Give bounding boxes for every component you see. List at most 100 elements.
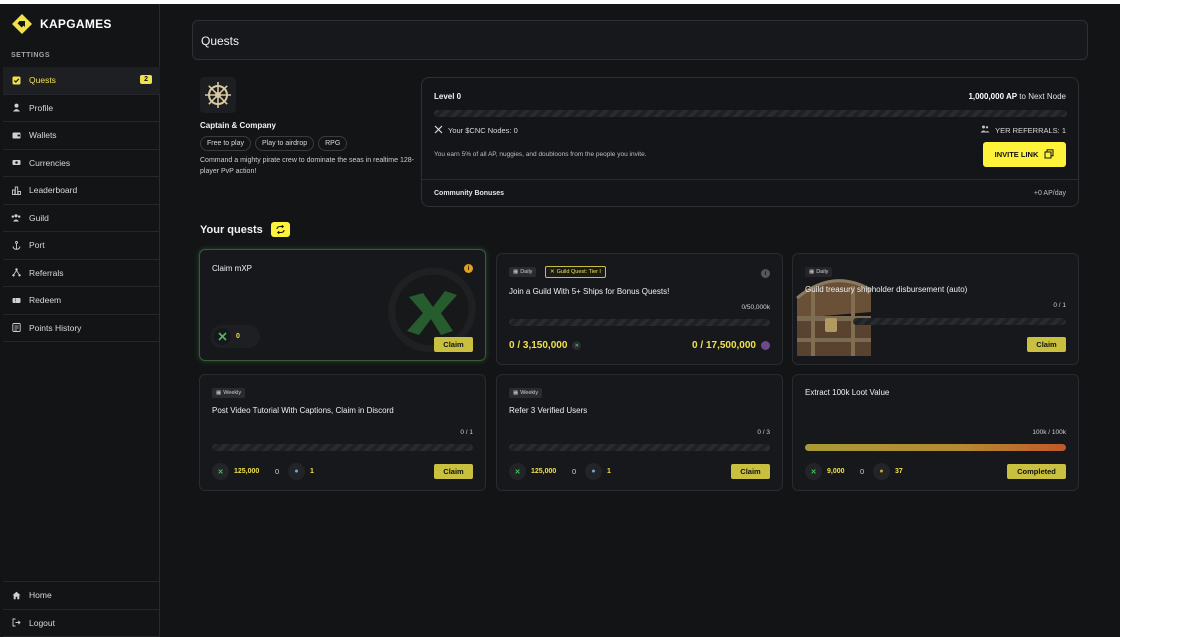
cnc-amount: 0 / 3,150,000 ✕ (509, 340, 582, 351)
level-divider (422, 179, 1078, 180)
guild-tier-label: Guild Quest: Tier I (556, 269, 601, 275)
weekly-tag: ▦ Weekly (212, 388, 246, 398)
mxp-reward: 0 (214, 328, 240, 345)
completed-button[interactable]: Completed (1007, 464, 1066, 479)
quest-progress-bar (509, 319, 770, 326)
currency-icon (11, 158, 21, 168)
sidebar-item-label: Wallets (29, 130, 57, 141)
sidebar-bottom-nav: Home Logout (3, 581, 160, 637)
weekly-tag: ▦ Weekly (509, 388, 543, 398)
sidebar-item-redeem[interactable]: Redeem (3, 287, 160, 315)
game-tag[interactable]: RPG (318, 136, 348, 151)
quests-section-header: Your quests (200, 222, 290, 237)
sidebar-item-home[interactable]: Home (3, 582, 160, 610)
daily-tag-label: Daily (520, 269, 533, 275)
quest-card-guild-treasury: ▦ Daily Guild treasury shipholder disburs… (792, 253, 1079, 365)
droplet-reward-amount: 1 (607, 468, 611, 475)
info-icon[interactable]: i (761, 269, 770, 278)
sidebar-item-label: Redeem (29, 295, 62, 306)
sidebar-section-label: SETTINGS (11, 52, 51, 59)
earn-description: You earn 5% of all AP, nuggies, and doub… (434, 151, 647, 158)
claim-button[interactable]: Claim (731, 464, 770, 479)
quest-card-join-guild: ▦ Daily ✕ Guild Quest: Tier I i Join a Gui… (496, 253, 783, 365)
calendar-icon: ▦ (513, 390, 519, 396)
sidebar-item-currencies[interactable]: Currencies (3, 150, 160, 177)
invite-link-label: INVITE LINK (994, 150, 1039, 159)
quest-title: Claim mXP (212, 264, 253, 273)
game-tag[interactable]: Play to airdrop (254, 136, 315, 151)
sidebar-item-profile[interactable]: Profile (3, 95, 160, 122)
sidebar-item-label: Currencies (29, 157, 71, 168)
community-bonuses-value: +0 AP/day (1033, 190, 1066, 197)
claim-button[interactable]: Claim (434, 337, 473, 352)
quest-card-post-video: ▦ Weekly Post Video Tutorial With Caption… (199, 374, 486, 491)
sidebar-item-wallets[interactable]: Wallets (3, 122, 160, 150)
ap-reward-amount: 9,000 (827, 468, 845, 475)
guild-icon (11, 213, 21, 223)
quest-progress-count: 0/50,000k (741, 304, 770, 311)
kapgames-logo-icon (12, 14, 32, 34)
claim-button[interactable]: Claim (434, 464, 473, 479)
coin-reward-amount: 37 (895, 468, 903, 475)
game-info-card: Captain & Company Free to play Play to a… (200, 77, 415, 177)
level-title: Level 0 (434, 92, 462, 101)
sidebar-item-label: Port (29, 240, 45, 251)
sidebar-item-logout[interactable]: Logout (3, 610, 160, 637)
quest-title: Post Video Tutorial With Captions, Claim… (212, 406, 394, 415)
refresh-button[interactable] (270, 222, 290, 237)
quest-progress-bar (212, 444, 473, 451)
treasure-chest-icon (793, 268, 875, 364)
quest-card-extract-loot: Extract 100k Loot Value 100k / 100k ✕ 9,… (792, 374, 1079, 491)
calendar-icon: ▦ (513, 269, 519, 275)
quest-card-refer-users: ▦ Weekly Refer 3 Verified Users 0 / 3 ✕ 1… (496, 374, 783, 491)
sidebar-item-label: Guild (29, 212, 49, 223)
community-bonuses-label: Community Bonuses (434, 190, 505, 197)
referrals-count: YER REFERRALS: 1 (980, 125, 1066, 135)
calendar-icon: ▦ (216, 390, 222, 396)
ap-reward-amount: 125,000 (531, 468, 557, 475)
sidebar-item-leaderboard[interactable]: Leaderboard (3, 177, 160, 205)
quests-section-title: Your quests (200, 223, 263, 236)
brand-name: KAPGAMES (40, 17, 112, 31)
brand-logo[interactable]: KAPGAMES (12, 14, 112, 34)
level-panel: Level 0 1,000,000 AP to Next Node Your $… (421, 77, 1079, 207)
quest-title: Join a Guild With 5+ Ships for Bonus Que… (509, 287, 670, 296)
quest-title: Refer 3 Verified Users (509, 406, 588, 415)
sidebar-item-points-history[interactable]: Points History (3, 315, 160, 342)
ap-reward: ✕ 9,000 (805, 463, 845, 480)
ap-reward: ✕ 125,000 (212, 463, 259, 480)
ap-reward-amount: 125,000 (234, 468, 260, 475)
logout-icon (11, 618, 21, 628)
home-icon (11, 590, 21, 600)
secondary-reward-amount: 0 (275, 467, 280, 476)
sidebar-item-port[interactable]: Port (3, 232, 160, 260)
sidebar-item-label: Points History (29, 322, 82, 333)
history-icon (11, 323, 21, 333)
game-name: Captain & Company (200, 121, 277, 130)
droplet-reward: ● 1 (585, 463, 611, 480)
page-title: Quests (201, 34, 240, 48)
claim-button[interactable]: Claim (1027, 337, 1066, 352)
quest-progress-count: 0 / 1 (460, 429, 473, 436)
sidebar-item-label: Logout (29, 617, 55, 628)
mxp-icon (214, 328, 231, 345)
invite-link-button[interactable]: INVITE LINK (983, 142, 1066, 167)
sidebar-item-referrals[interactable]: Referrals (3, 260, 160, 287)
quest-progress-count: 0 / 3 (757, 429, 770, 436)
swords-icon: ✕ (550, 269, 555, 275)
quest-progress-bar (805, 444, 1066, 451)
quest-progress-bar (509, 444, 770, 451)
quest-progress-bar (853, 318, 1066, 325)
sidebar-item-label: Referrals (29, 267, 64, 278)
leaderboard-icon (11, 185, 21, 195)
profile-icon (11, 103, 21, 113)
sidebar-item-label: Quests (29, 75, 56, 86)
cnc-nodes: Your $CNC Nodes: 0 (434, 125, 518, 136)
sidebar-item-guild[interactable]: Guild (3, 205, 160, 232)
gem-amount-value: 0 / 17,500,000 (692, 340, 756, 351)
ticket-icon (11, 295, 21, 305)
sidebar-item-quests[interactable]: Quests 2 (3, 67, 160, 95)
game-tag[interactable]: Free to play (200, 136, 251, 151)
quest-progress-count: 0 / 1 (1053, 302, 1066, 309)
quest-progress-count: 100k / 100k (1032, 429, 1066, 436)
